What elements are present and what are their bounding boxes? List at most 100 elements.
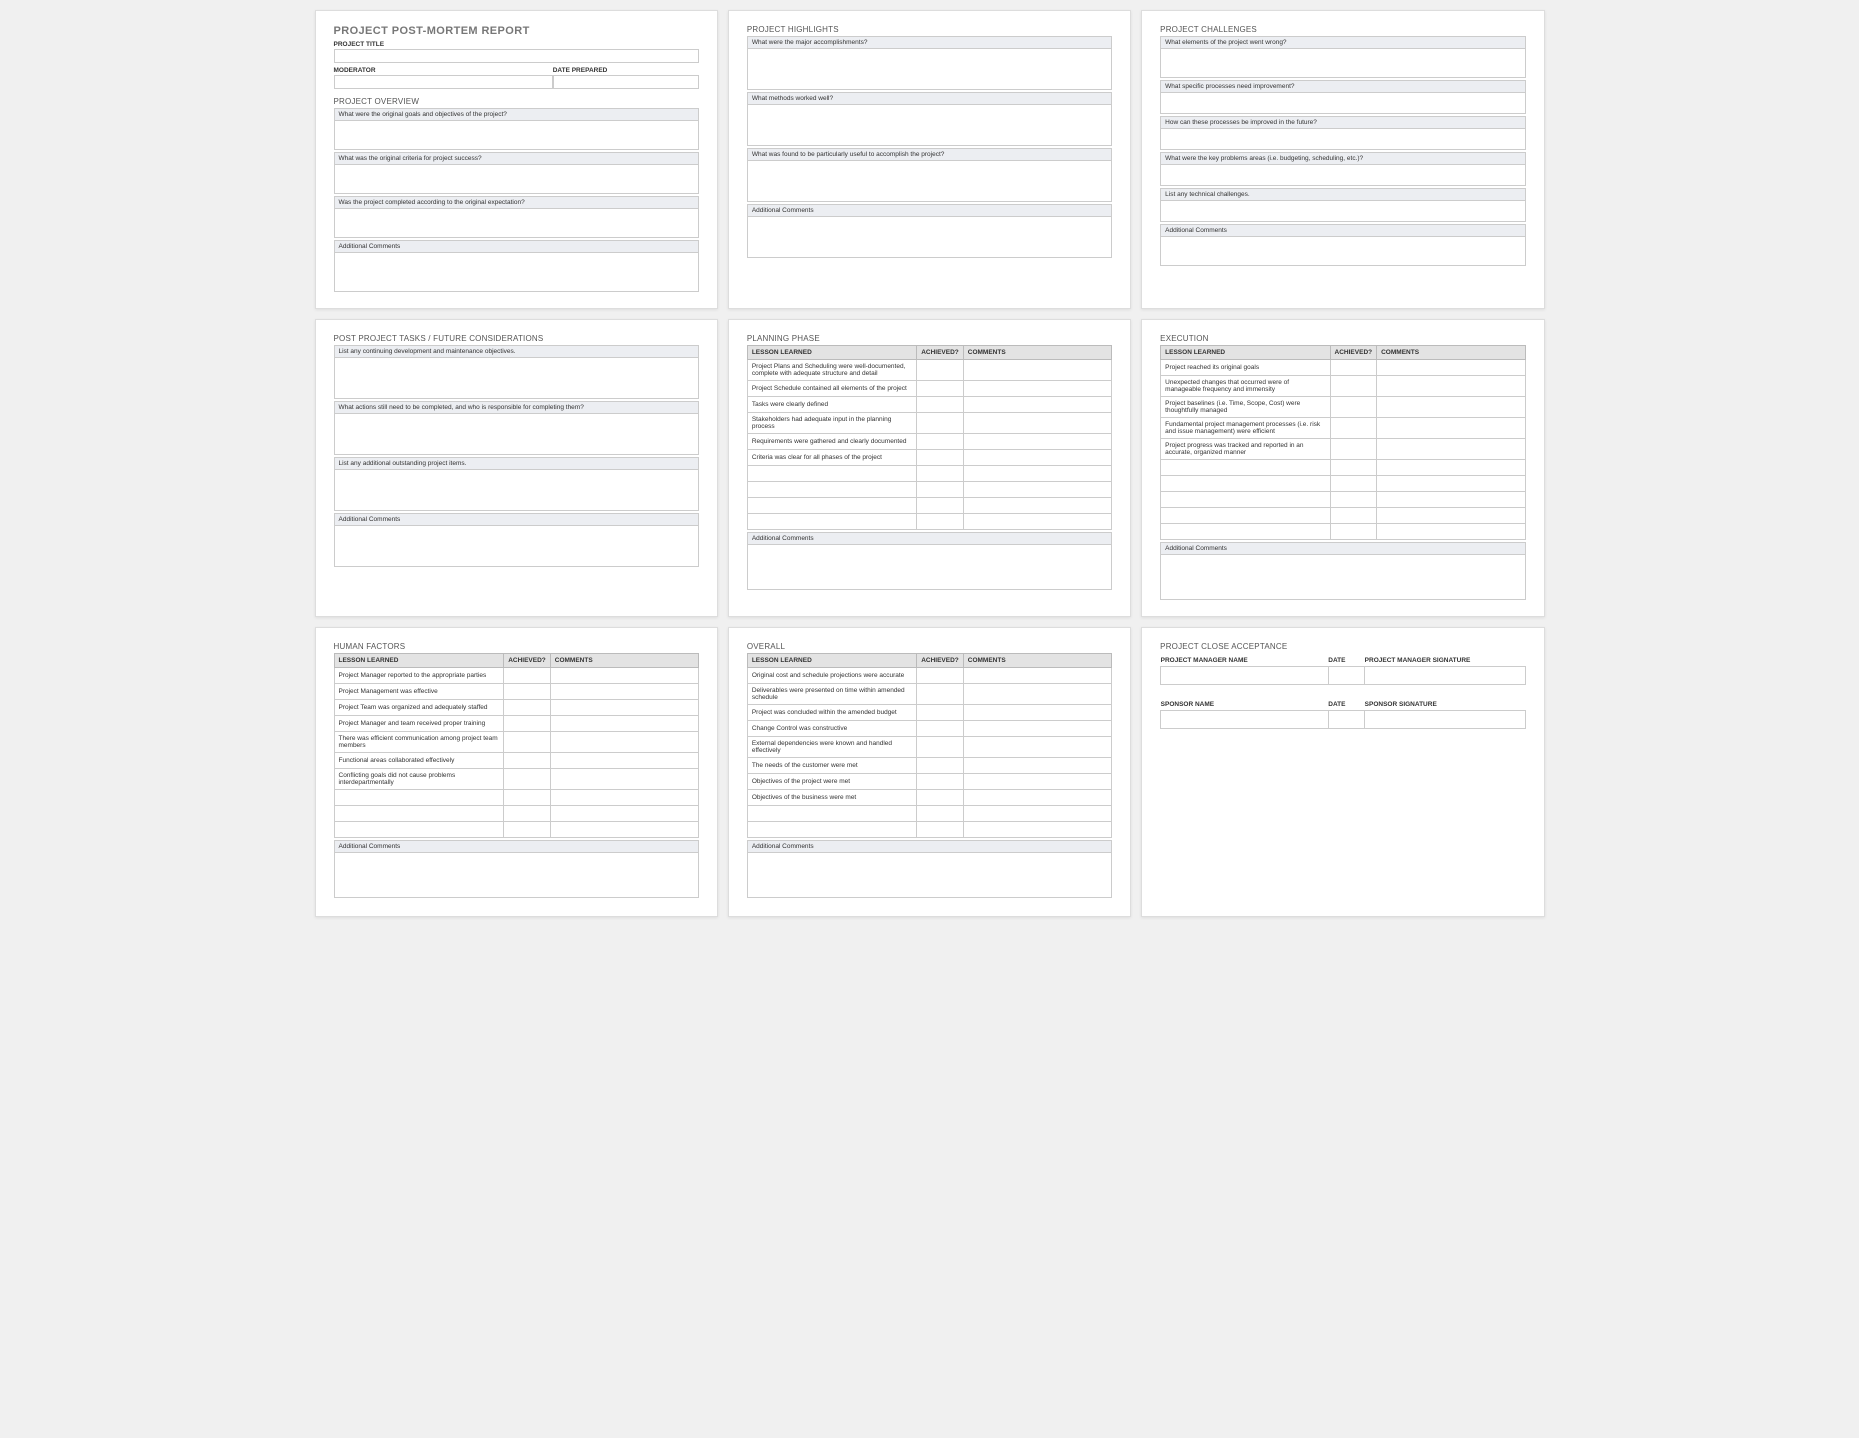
- achieved-cell[interactable]: [917, 413, 964, 434]
- comments-cell[interactable]: [963, 434, 1111, 450]
- overview-comments[interactable]: [334, 252, 699, 292]
- challenges-comments[interactable]: [1160, 236, 1525, 266]
- comments-cell[interactable]: [963, 360, 1111, 381]
- achieved-cell[interactable]: [917, 397, 964, 413]
- achieved-cell[interactable]: [917, 381, 964, 397]
- comments-cell[interactable]: [1377, 376, 1525, 397]
- achieved-cell[interactable]: [917, 790, 964, 806]
- comments-cell[interactable]: [1377, 476, 1525, 492]
- achieved-cell[interactable]: [1330, 397, 1377, 418]
- comments-cell[interactable]: [963, 450, 1111, 466]
- comments-cell[interactable]: [963, 721, 1111, 737]
- achieved-cell[interactable]: [1330, 439, 1377, 460]
- achieved-cell[interactable]: [917, 360, 964, 381]
- input-sp-sig[interactable]: [1365, 711, 1525, 729]
- input-project-title[interactable]: [334, 49, 699, 63]
- achieved-cell[interactable]: [504, 769, 551, 790]
- comments-cell[interactable]: [963, 790, 1111, 806]
- input-sp-date[interactable]: [1328, 711, 1364, 729]
- comments-cell[interactable]: [963, 806, 1111, 822]
- comments-cell[interactable]: [1377, 360, 1525, 376]
- comments-cell[interactable]: [963, 413, 1111, 434]
- comments-cell[interactable]: [963, 514, 1111, 530]
- comments-cell[interactable]: [963, 397, 1111, 413]
- overview-a3[interactable]: [334, 208, 699, 238]
- achieved-cell[interactable]: [1330, 418, 1377, 439]
- overview-a2[interactable]: [334, 164, 699, 194]
- comments-cell[interactable]: [1377, 397, 1525, 418]
- achieved-cell[interactable]: [504, 668, 551, 684]
- comments-cell[interactable]: [1377, 524, 1525, 540]
- highlights-a1[interactable]: [747, 48, 1112, 90]
- comments-cell[interactable]: [963, 684, 1111, 705]
- achieved-cell[interactable]: [1330, 508, 1377, 524]
- comments-cell[interactable]: [1377, 492, 1525, 508]
- achieved-cell[interactable]: [1330, 376, 1377, 397]
- comments-cell[interactable]: [963, 822, 1111, 838]
- achieved-cell[interactable]: [917, 434, 964, 450]
- comments-cell[interactable]: [963, 498, 1111, 514]
- comments-cell[interactable]: [963, 381, 1111, 397]
- achieved-cell[interactable]: [917, 498, 964, 514]
- highlights-comments[interactable]: [747, 216, 1112, 258]
- challenges-a3[interactable]: [1160, 128, 1525, 150]
- achieved-cell[interactable]: [917, 705, 964, 721]
- achieved-cell[interactable]: [917, 774, 964, 790]
- comments-cell[interactable]: [550, 822, 698, 838]
- comments-cell[interactable]: [1377, 418, 1525, 439]
- postproject-a2[interactable]: [334, 413, 699, 455]
- comments-cell[interactable]: [550, 806, 698, 822]
- achieved-cell[interactable]: [504, 806, 551, 822]
- achieved-cell[interactable]: [917, 482, 964, 498]
- input-moderator[interactable]: [334, 75, 553, 89]
- comments-cell[interactable]: [963, 668, 1111, 684]
- planning-comments[interactable]: [747, 544, 1112, 590]
- postproject-comments[interactable]: [334, 525, 699, 567]
- achieved-cell[interactable]: [504, 700, 551, 716]
- achieved-cell[interactable]: [504, 790, 551, 806]
- challenges-a5[interactable]: [1160, 200, 1525, 222]
- achieved-cell[interactable]: [1330, 476, 1377, 492]
- achieved-cell[interactable]: [917, 668, 964, 684]
- challenges-a4[interactable]: [1160, 164, 1525, 186]
- comments-cell[interactable]: [550, 753, 698, 769]
- achieved-cell[interactable]: [917, 737, 964, 758]
- comments-cell[interactable]: [550, 700, 698, 716]
- postproject-a3[interactable]: [334, 469, 699, 511]
- overall-comments[interactable]: [747, 852, 1112, 898]
- achieved-cell[interactable]: [1330, 460, 1377, 476]
- comments-cell[interactable]: [963, 705, 1111, 721]
- achieved-cell[interactable]: [917, 466, 964, 482]
- achieved-cell[interactable]: [504, 732, 551, 753]
- achieved-cell[interactable]: [1330, 492, 1377, 508]
- achieved-cell[interactable]: [1330, 524, 1377, 540]
- comments-cell[interactable]: [550, 732, 698, 753]
- comments-cell[interactable]: [963, 774, 1111, 790]
- input-pm-date[interactable]: [1328, 667, 1364, 685]
- challenges-a2[interactable]: [1160, 92, 1525, 114]
- comments-cell[interactable]: [1377, 439, 1525, 460]
- comments-cell[interactable]: [550, 716, 698, 732]
- comments-cell[interactable]: [963, 737, 1111, 758]
- comments-cell[interactable]: [550, 684, 698, 700]
- achieved-cell[interactable]: [504, 822, 551, 838]
- challenges-a1[interactable]: [1160, 48, 1525, 78]
- achieved-cell[interactable]: [917, 758, 964, 774]
- achieved-cell[interactable]: [917, 721, 964, 737]
- achieved-cell[interactable]: [917, 514, 964, 530]
- human-comments[interactable]: [334, 852, 699, 898]
- highlights-a2[interactable]: [747, 104, 1112, 146]
- input-date-prepared[interactable]: [553, 75, 699, 89]
- achieved-cell[interactable]: [504, 684, 551, 700]
- comments-cell[interactable]: [1377, 460, 1525, 476]
- achieved-cell[interactable]: [504, 753, 551, 769]
- achieved-cell[interactable]: [917, 450, 964, 466]
- comments-cell[interactable]: [550, 769, 698, 790]
- achieved-cell[interactable]: [1330, 360, 1377, 376]
- comments-cell[interactable]: [1377, 508, 1525, 524]
- achieved-cell[interactable]: [917, 684, 964, 705]
- execution-comments[interactable]: [1160, 554, 1525, 600]
- input-sp-name[interactable]: [1161, 711, 1329, 729]
- comments-cell[interactable]: [550, 790, 698, 806]
- overview-a1[interactable]: [334, 120, 699, 150]
